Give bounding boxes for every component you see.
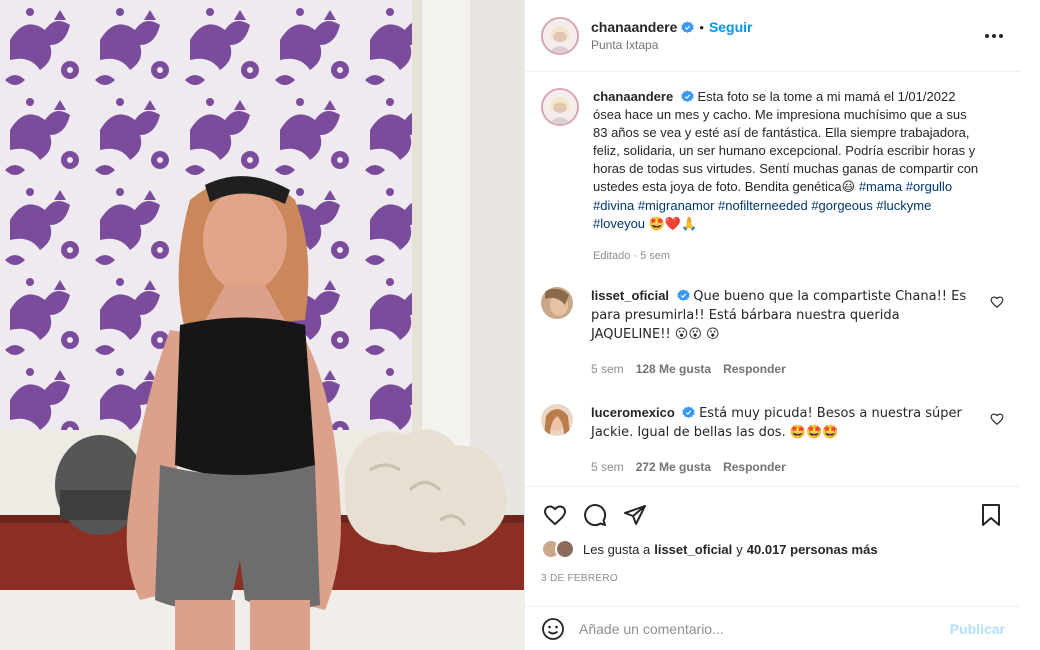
verified-badge-icon bbox=[676, 289, 690, 302]
comment-time: 5 sem bbox=[591, 362, 624, 376]
more-options-icon[interactable] bbox=[982, 24, 1006, 48]
avatar-image bbox=[541, 287, 573, 319]
comment-meta: 5 sem 128 Me gusta Responder bbox=[591, 360, 981, 378]
commenter-username[interactable]: lisset_oficial bbox=[591, 288, 669, 303]
comment-item: luceromexico Está muy picuda! Besos a nu… bbox=[541, 404, 1004, 476]
comment-icon[interactable] bbox=[581, 501, 609, 529]
hashtag-link[interactable]: #gorgeous bbox=[811, 198, 872, 213]
likes-user[interactable]: lisset_oficial bbox=[654, 542, 732, 557]
caption-trailing-emojis: 🤩❤️🙏 bbox=[648, 217, 698, 232]
instagram-post-view: chanaandere • Seguir Punta Ixtapa chanaa… bbox=[0, 0, 1040, 650]
hashtag-link[interactable]: #migranamor bbox=[638, 198, 715, 213]
avatar-image bbox=[543, 18, 577, 53]
author-avatar[interactable] bbox=[541, 16, 579, 55]
comments-section[interactable]: chanaandere Esta foto se la tome a mi ma… bbox=[525, 72, 1020, 486]
share-icon[interactable] bbox=[621, 501, 649, 529]
likes-middle: y bbox=[736, 541, 743, 557]
comment-item: lisset_oficial Que bueno que la comparti… bbox=[541, 287, 1004, 378]
caption-emoji: 😃 bbox=[841, 180, 856, 195]
caption-username[interactable]: chanaandere bbox=[593, 89, 673, 104]
caption-meta: Editado · 5 sem bbox=[593, 250, 671, 262]
verified-badge-icon bbox=[681, 90, 694, 103]
caption-entry: chanaandere Esta foto se la tome a mi ma… bbox=[541, 88, 1004, 265]
heart-icon[interactable] bbox=[541, 501, 569, 529]
emoji-icon[interactable] bbox=[541, 617, 565, 641]
reply-button[interactable]: Responder bbox=[723, 360, 786, 378]
comment-meta: 5 sem 272 Me gusta Responder bbox=[591, 458, 981, 476]
post-image bbox=[0, 0, 524, 650]
comment-likes[interactable]: 128 Me gusta bbox=[636, 360, 711, 378]
action-icons bbox=[541, 501, 1005, 529]
verified-badge-icon bbox=[681, 20, 695, 33]
publish-button[interactable]: Publicar bbox=[950, 621, 1005, 637]
hashtag-link[interactable]: #mama bbox=[859, 179, 902, 194]
hashtag-link[interactable]: #orgullo bbox=[906, 179, 952, 194]
hashtag-link[interactable]: #nofilterneeded bbox=[718, 198, 808, 213]
verified-badge-icon bbox=[682, 406, 696, 419]
hashtag-link[interactable]: #loveyou bbox=[593, 216, 645, 231]
separator-dot: • bbox=[699, 19, 704, 35]
commenter-avatar[interactable] bbox=[541, 287, 573, 319]
comment-input[interactable] bbox=[579, 620, 950, 637]
hashtag-link[interactable]: #divina bbox=[593, 198, 634, 213]
caption-author-avatar[interactable] bbox=[541, 88, 579, 126]
comment-time: 5 sem bbox=[591, 460, 624, 474]
heart-icon[interactable] bbox=[990, 412, 1004, 426]
reply-button[interactable]: Responder bbox=[723, 458, 786, 476]
post-details-panel: chanaandere • Seguir Punta Ixtapa chanaa… bbox=[524, 0, 1021, 650]
follow-button[interactable]: Seguir bbox=[709, 19, 753, 35]
heart-icon[interactable] bbox=[990, 295, 1004, 309]
commenter-username[interactable]: luceromexico bbox=[591, 405, 675, 420]
bookmark-icon[interactable] bbox=[977, 501, 1005, 529]
comment-body: luceromexico Está muy picuda! Besos a nu… bbox=[591, 404, 981, 476]
hashtag-link[interactable]: #luckyme bbox=[876, 198, 931, 213]
add-comment-bar: Publicar bbox=[525, 606, 1021, 650]
likers-avatars bbox=[541, 539, 575, 559]
post-header: chanaandere • Seguir Punta Ixtapa bbox=[525, 0, 1020, 72]
comment-body: lisset_oficial Que bueno que la comparti… bbox=[591, 287, 981, 378]
comment-likes[interactable]: 272 Me gusta bbox=[636, 458, 711, 476]
author-info: chanaandere • Seguir Punta Ixtapa bbox=[591, 19, 753, 52]
post-actions: Les gusta a lisset_oficial y 40.017 pers… bbox=[525, 486, 1021, 584]
post-photo[interactable] bbox=[0, 0, 524, 650]
post-location[interactable]: Punta Ixtapa bbox=[591, 38, 753, 52]
avatar-image bbox=[543, 90, 577, 124]
post-date[interactable]: 3 DE FEBRERO bbox=[541, 573, 1005, 584]
right-margin bbox=[1020, 0, 1040, 650]
likes-count[interactable]: 40.017 personas más bbox=[747, 542, 878, 557]
avatar-image bbox=[541, 404, 573, 436]
author-username[interactable]: chanaandere bbox=[591, 19, 677, 35]
likes-summary: Les gusta a lisset_oficial y 40.017 pers… bbox=[541, 539, 1005, 559]
commenter-avatar[interactable] bbox=[541, 404, 573, 436]
caption-body: chanaandere Esta foto se la tome a mi ma… bbox=[593, 88, 983, 265]
likes-prefix: Les gusta a bbox=[583, 541, 651, 557]
